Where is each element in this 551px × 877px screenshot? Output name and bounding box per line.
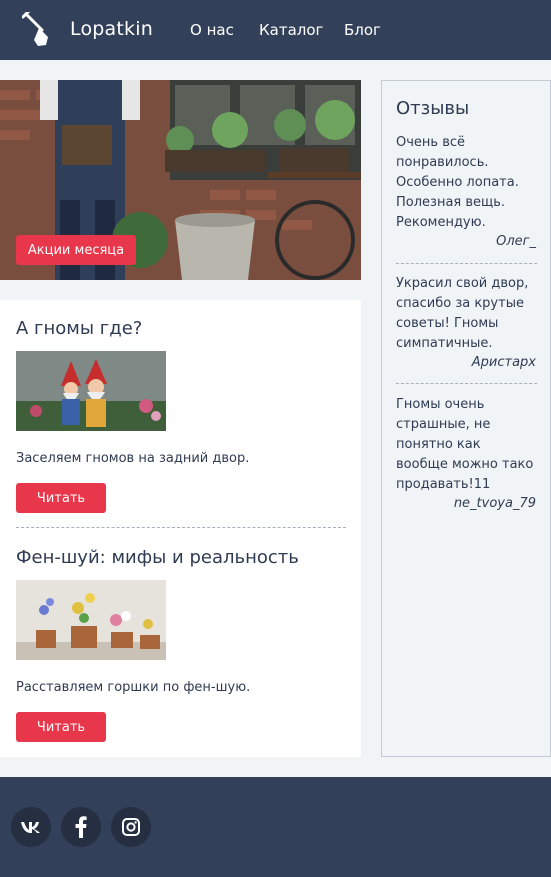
read-button[interactable]: Читать [16,483,106,513]
read-button[interactable]: Читать [16,712,106,742]
article-title[interactable]: Фен-шуй: мифы и реальность [16,547,299,568]
articles-list: А гномы где? Заселяем гномов на задний д… [0,300,361,757]
article-image[interactable] [16,580,166,660]
article-text: Расставляем горшки по фен-шую. [16,680,251,695]
review-text: Очень всё понравилось. Особенно лопата. … [396,135,519,230]
review-author: Аристарх [471,355,536,370]
review-author: ne_tvoya_79 [453,496,536,511]
article-divider [16,527,346,528]
review-author: Олег_ [496,234,536,249]
review-divider [396,263,537,264]
site-footer [0,777,551,877]
vk-icon[interactable] [11,807,51,847]
site-header: Lopatkin О нас Каталог Блог [0,0,551,60]
review-text: Украсил свой двор, спасибо за крутые сов… [396,276,529,351]
article-text: Заселяем гномов на задний двор. [16,451,250,466]
article-title[interactable]: А гномы где? [16,318,142,339]
reviews-panel: Отзывы Очень всё понравилось. Особенно л… [381,80,551,757]
article-image[interactable] [16,351,166,431]
nav-link-catalog[interactable]: Каталог [259,21,323,39]
shovel-logo-icon[interactable] [22,12,62,48]
reviews-title: Отзывы [396,98,470,119]
nav-link-about[interactable]: О нас [190,21,234,39]
logo-text[interactable]: Lopatkin [70,18,153,40]
review-text: Гномы очень страшные, не понятно как воо… [396,397,534,492]
nav-link-blog[interactable]: Блог [344,21,381,39]
instagram-icon[interactable] [111,807,151,847]
facebook-icon[interactable] [61,807,101,847]
review-divider [396,383,537,384]
promo-button[interactable]: Акции месяца [16,235,136,265]
